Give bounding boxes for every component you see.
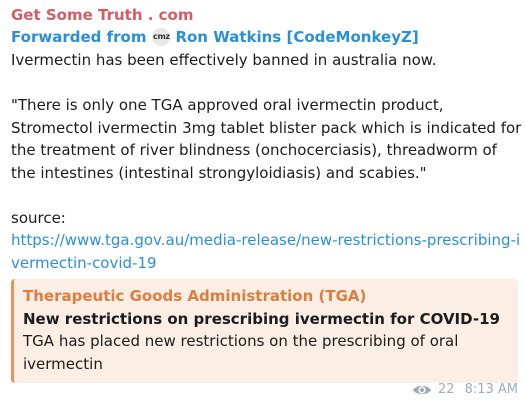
forwarded-header[interactable]: Forwarded from cmz Ron Watkins [CodeMonk… — [11, 26, 526, 48]
eye-icon — [413, 385, 432, 395]
source-label: source: — [11, 208, 66, 227]
preview-description: TGA has placed new restrictions on the p… — [23, 332, 459, 373]
message-paragraph: Ivermectin has been effectively banned i… — [11, 51, 437, 69]
message-text: Ivermectin has been effectively banned i… — [11, 49, 523, 274]
preview-site-name: Therapeutic Goods Administration (TGA) — [23, 287, 367, 305]
message-bubble: Get Some Truth . com Forwarded from cmz … — [0, 0, 526, 403]
link-preview[interactable]: Therapeutic Goods Administration (TGA) N… — [11, 279, 518, 383]
message-meta: 22 8:13 AM — [412, 381, 518, 399]
message-quote: "There is only one TGA approved oral ive… — [11, 96, 522, 182]
source-link[interactable]: https://www.tga.gov.au/media-release/new… — [11, 229, 523, 274]
message-time: 8:13 AM — [464, 382, 518, 397]
preview-title: New restrictions on prescribing ivermect… — [23, 309, 500, 328]
forwarded-from-name[interactable]: Ron Watkins [CodeMonkeyZ] — [175, 26, 418, 48]
sender-name[interactable]: Get Some Truth . com — [11, 4, 526, 26]
forwarded-avatar[interactable]: cmz — [152, 28, 171, 46]
forwarded-label: Forwarded from — [11, 28, 147, 46]
view-count: 22 — [438, 382, 455, 397]
